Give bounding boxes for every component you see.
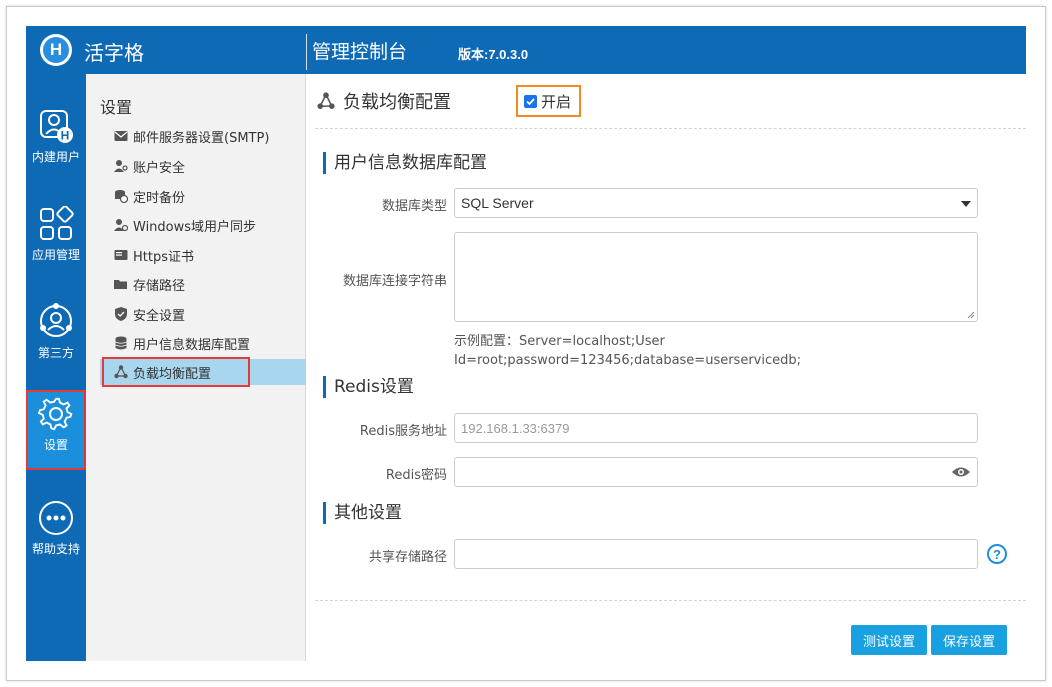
nav-item-help-support[interactable]: 帮助支持 (26, 494, 86, 574)
redis-password-label: Redis密码 (385, 468, 447, 483)
sidebar-item-user-db-config[interactable]: 用户信息数据库配置 (100, 330, 306, 356)
sidebar-item-https-cert[interactable]: Https证书 (100, 242, 306, 268)
nav-label: 第三方 (37, 346, 74, 360)
nav-item-app-management[interactable]: 应用管理 (26, 200, 86, 280)
brand-name: 活字格 (84, 41, 144, 65)
more-icon (39, 501, 73, 535)
settings-sidebar: 设置 邮件服务器设置(SMTP) 账户安全 定时备份 Windows域用户同步 … (86, 74, 306, 661)
backup-icon (114, 189, 128, 203)
db-type-select[interactable]: SQL Server (454, 188, 978, 218)
db-type-label: 数据库类型 (381, 199, 447, 214)
nav-item-third-party[interactable]: 第三方 (26, 296, 86, 376)
main-content: 负载均衡配置 开启 用户信息数据库配置 数据库类型 SQL Server 数据库… (307, 74, 1026, 661)
redis-address-label: Redis服务地址 (359, 424, 447, 439)
redis-password-input[interactable] (454, 457, 978, 487)
nav-item-settings[interactable]: 设置 (26, 390, 86, 470)
sidebar-title: 设置 (100, 98, 133, 117)
certificate-icon (114, 248, 128, 262)
load-balance-icon (317, 92, 335, 109)
enable-checkbox[interactable] (524, 94, 537, 108)
sidebar-item-account-security[interactable]: 账户安全 (100, 153, 306, 179)
logo-icon: H (40, 34, 72, 66)
conn-string-textarea[interactable] (454, 232, 978, 322)
sidebar-item-label: 存储路径 (133, 278, 186, 294)
enable-label: 开启 (541, 92, 572, 111)
user-sync-icon (114, 218, 128, 232)
nav-label: 设置 (43, 438, 68, 452)
load-balance-icon (114, 365, 128, 379)
header-divider (306, 34, 307, 70)
chevron-down-icon (961, 201, 971, 207)
left-nav: H 内建用户 应用管理 第三方 设置 帮助支持 (26, 74, 86, 661)
enable-toggle[interactable]: 开启 (516, 85, 581, 117)
version-label: 版本:7.0.3.0 (458, 47, 529, 62)
sidebar-item-label: 账户安全 (133, 160, 186, 176)
sidebar-item-label: 用户信息数据库配置 (133, 337, 251, 353)
database-icon (114, 336, 128, 350)
nav-label: 内建用户 (31, 150, 80, 164)
shared-path-label: 共享存储路径 (368, 550, 447, 565)
user-h-icon: H (40, 110, 73, 143)
logo-letter: H (43, 37, 69, 63)
sidebar-item-load-balance[interactable]: 负载均衡配置 (100, 359, 306, 385)
help-icon[interactable]: ? (987, 544, 1007, 564)
svg-text:H: H (61, 129, 70, 143)
redis-address-placeholder: 192.168.1.33:6379 (461, 420, 570, 436)
db-type-value: SQL Server (461, 195, 534, 211)
redis-address-input[interactable]: 192.168.1.33:6379 (454, 413, 978, 443)
sidebar-item-label: Windows域用户同步 (133, 219, 257, 235)
conn-string-label: 数据库连接字符串 (342, 274, 447, 289)
folder-icon (114, 277, 128, 291)
check-icon (526, 97, 535, 105)
shield-icon (114, 307, 128, 321)
nav-label: 应用管理 (31, 248, 80, 262)
save-settings-button[interactable]: 保存设置 (931, 625, 1007, 655)
sidebar-item-label: 邮件服务器设置(SMTP) (133, 130, 270, 146)
sidebar-item-smtp[interactable]: 邮件服务器设置(SMTP) (100, 123, 306, 149)
sidebar-item-label: 定时备份 (133, 190, 186, 206)
resize-handle-icon[interactable] (967, 311, 975, 319)
sidebar-item-windows-sync[interactable]: Windows域用户同步 (100, 212, 306, 238)
test-settings-button[interactable]: 测试设置 (851, 625, 927, 655)
page-title: 负载均衡配置 (317, 88, 451, 114)
section-title-redis: Redis设置 (323, 376, 414, 398)
sidebar-item-label: 负载均衡配置 (133, 366, 212, 382)
sidebar-item-security-settings[interactable]: 安全设置 (100, 301, 306, 327)
gear-icon (38, 397, 73, 431)
divider (315, 600, 1026, 601)
section-title-other: 其他设置 (323, 502, 402, 524)
shared-path-input[interactable] (454, 539, 978, 569)
sidebar-item-scheduled-backup[interactable]: 定时备份 (100, 183, 306, 209)
user-key-icon (114, 159, 128, 173)
section-title-db: 用户信息数据库配置 (323, 152, 487, 174)
sidebar-item-storage-path[interactable]: 存储路径 (100, 271, 306, 297)
app-header: H 活字格 管理控制台 版本:7.0.3.0 (26, 26, 1026, 74)
eye-icon[interactable] (951, 466, 971, 478)
conn-string-hint: 示例配置：Server=localhost;User Id=root;passw… (454, 334, 802, 368)
envelope-icon (114, 129, 128, 143)
console-title: 管理控制台 (312, 41, 408, 63)
sidebar-item-label: Https证书 (133, 249, 194, 265)
third-party-icon (40, 303, 72, 337)
page-title-text: 负载均衡配置 (343, 92, 451, 113)
nav-label: 帮助支持 (31, 542, 80, 556)
sidebar-item-label: 安全设置 (133, 308, 186, 324)
divider (315, 128, 1026, 129)
nav-item-builtin-users[interactable]: H 内建用户 (26, 102, 86, 182)
apps-grid-icon (40, 206, 74, 240)
